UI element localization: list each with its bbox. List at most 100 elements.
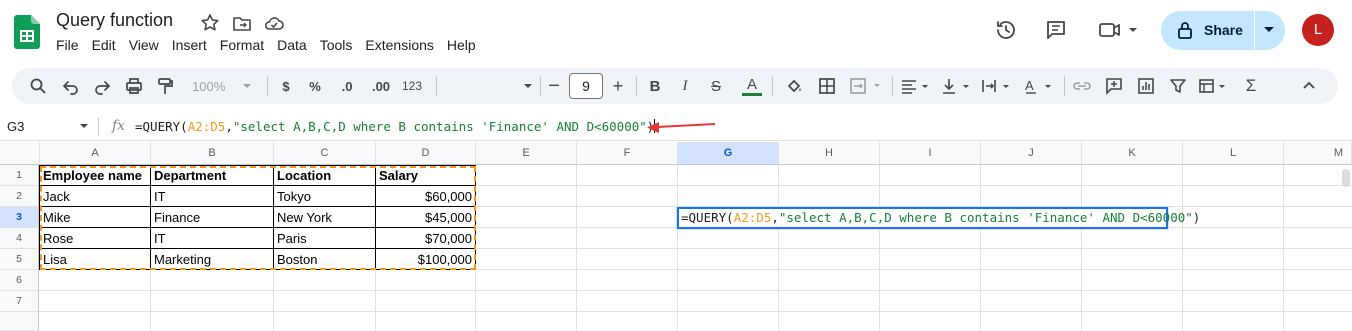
search-menus-icon[interactable] — [26, 68, 50, 104]
star-icon[interactable] — [199, 12, 221, 34]
move-folder-icon[interactable] — [231, 12, 253, 34]
filter-views-icon[interactable] — [1196, 68, 1232, 104]
menu-file[interactable]: File — [56, 37, 85, 53]
functions-icon[interactable]: Σ — [1240, 68, 1262, 104]
column-header-d[interactable]: D — [376, 142, 476, 165]
cell-g3-editor[interactable]: =QUERY(A2:D5,"select A,B,C,D where B con… — [677, 207, 1200, 229]
italic-button[interactable]: I — [675, 68, 695, 104]
strikethrough-button[interactable]: S — [706, 68, 726, 104]
row-header-5[interactable]: 5 — [0, 249, 39, 270]
history-icon[interactable] — [994, 18, 1018, 42]
filter-icon[interactable] — [1166, 68, 1190, 104]
row-header-6[interactable]: 6 — [0, 270, 39, 291]
column-header-a[interactable]: A — [40, 142, 151, 165]
print-icon[interactable] — [122, 68, 146, 104]
column-header-m[interactable]: M — [1284, 142, 1352, 165]
decrease-decimal-button[interactable]: .0 — [334, 68, 360, 104]
cell-a2[interactable]: Jack — [40, 186, 150, 207]
row-header-1[interactable]: 1 — [0, 165, 39, 186]
name-box[interactable]: G3 — [7, 119, 24, 134]
borders-icon[interactable] — [815, 68, 839, 104]
font-family-select[interactable] — [442, 68, 532, 104]
text-wrapping-icon[interactable] — [980, 68, 1014, 104]
formula-input[interactable]: =QUERY(A2:D5,"select A,B,C,D where B con… — [135, 119, 656, 134]
cell-b2[interactable]: IT — [151, 186, 273, 207]
more-formats-button[interactable]: 123 — [400, 68, 424, 104]
menu-tools[interactable]: Tools — [320, 37, 359, 53]
cell-d4[interactable]: $70,000 — [376, 228, 475, 249]
percent-button[interactable]: % — [305, 68, 325, 104]
insert-chart-icon[interactable] — [1134, 68, 1158, 104]
cell-a3[interactable]: Mike — [40, 207, 150, 228]
cell-b1[interactable]: Department — [151, 165, 273, 186]
undo-icon[interactable] — [59, 68, 83, 104]
row-header-2[interactable]: 2 — [0, 186, 39, 207]
vertical-scrollbar[interactable] — [1342, 169, 1350, 187]
font-size-increase[interactable]: + — [609, 68, 627, 104]
insert-link-icon[interactable] — [1070, 68, 1094, 104]
menu-help[interactable]: Help — [447, 37, 482, 53]
cell-c3[interactable]: New York — [274, 207, 375, 228]
cell-d2[interactable]: $60,000 — [376, 186, 475, 207]
font-size-decrease[interactable]: − — [545, 68, 563, 104]
sheets-logo[interactable] — [14, 15, 40, 49]
cell-a4[interactable]: Rose — [40, 228, 150, 249]
cell-b3[interactable]: Finance — [151, 207, 273, 228]
row-header-3[interactable]: 3 — [0, 207, 39, 228]
zoom-select[interactable]: 100% — [184, 68, 284, 104]
column-header-e[interactable]: E — [476, 142, 577, 165]
merge-cells-icon[interactable] — [847, 68, 887, 104]
cell-b5[interactable]: Marketing — [151, 249, 273, 270]
column-header-b[interactable]: B — [151, 142, 274, 165]
cell-a5[interactable]: Lisa — [40, 249, 150, 270]
name-box-dropdown-icon[interactable] — [80, 124, 88, 128]
redo-icon[interactable] — [90, 68, 114, 104]
cell-d1[interactable]: Salary — [376, 165, 475, 186]
share-button[interactable]: Share — [1161, 11, 1285, 50]
column-header-c[interactable]: C — [274, 142, 376, 165]
cell-c1[interactable]: Location — [274, 165, 375, 186]
column-header-l[interactable]: L — [1183, 142, 1284, 165]
menu-insert[interactable]: Insert — [172, 37, 213, 53]
column-header-f[interactable]: F — [577, 142, 678, 165]
comment-icon[interactable] — [1044, 18, 1068, 42]
column-header-h[interactable]: H — [779, 142, 880, 165]
horizontal-align-icon[interactable] — [899, 68, 933, 104]
cell-d3[interactable]: $45,000 — [376, 207, 475, 228]
avatar[interactable]: L — [1302, 14, 1334, 46]
column-header-i[interactable]: I — [880, 142, 981, 165]
menu-format[interactable]: Format — [220, 37, 270, 53]
text-color-button[interactable]: A — [740, 68, 764, 104]
meet-icon[interactable] — [1097, 18, 1143, 42]
row-header-8[interactable] — [0, 312, 39, 331]
bold-button[interactable]: B — [645, 68, 665, 104]
cloud-saved-icon[interactable] — [263, 12, 285, 34]
insert-comment-icon[interactable] — [1102, 68, 1126, 104]
cell-c5[interactable]: Boston — [274, 249, 375, 270]
column-header-j[interactable]: J — [981, 142, 1082, 165]
column-header-k[interactable]: K — [1082, 142, 1183, 165]
menu-edit[interactable]: Edit — [92, 37, 122, 53]
share-dropdown-icon[interactable] — [1264, 27, 1274, 32]
menu-view[interactable]: View — [129, 37, 165, 53]
fill-color-icon[interactable] — [782, 68, 806, 104]
collapse-toolbar-icon[interactable] — [1297, 68, 1321, 104]
font-size-input[interactable]: 9 — [569, 73, 603, 99]
text-rotation-icon[interactable]: A — [1021, 68, 1057, 104]
select-all-corner[interactable] — [0, 142, 40, 165]
row-header-7[interactable]: 7 — [0, 291, 39, 312]
cell-c4[interactable]: Paris — [274, 228, 375, 249]
currency-button[interactable]: $ — [276, 68, 296, 104]
cell-c2[interactable]: Tokyo — [274, 186, 375, 207]
menu-extensions[interactable]: Extensions — [365, 37, 439, 53]
cell-b4[interactable]: IT — [151, 228, 273, 249]
cell-a1[interactable]: Employee name — [40, 165, 150, 186]
paint-format-icon[interactable] — [153, 68, 177, 104]
menu-data[interactable]: Data — [277, 37, 313, 53]
document-title[interactable]: Query function — [56, 10, 173, 31]
increase-decimal-button[interactable]: .00 — [366, 68, 396, 104]
column-header-g[interactable]: G — [678, 142, 779, 165]
cell-d5[interactable]: $100,000 — [376, 249, 475, 270]
row-header-4[interactable]: 4 — [0, 228, 39, 249]
vertical-align-icon[interactable] — [940, 68, 974, 104]
